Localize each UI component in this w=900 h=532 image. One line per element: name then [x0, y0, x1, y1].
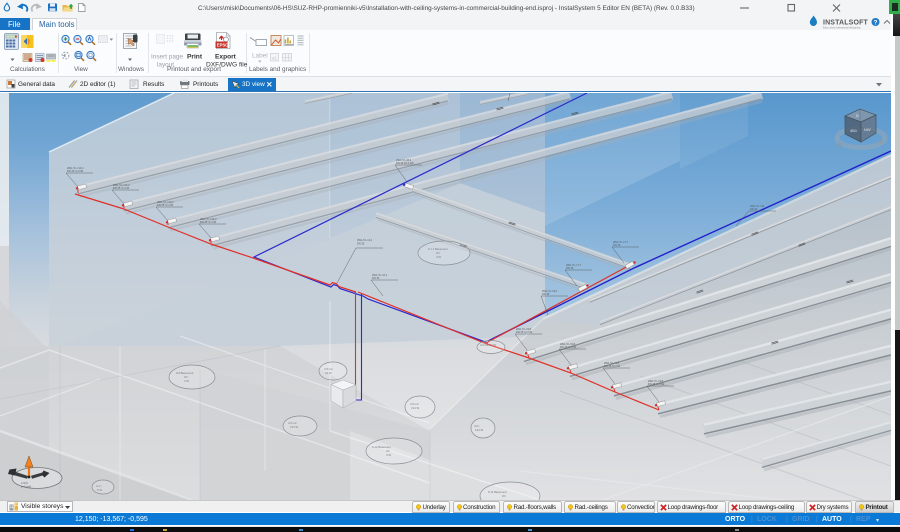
- svg-text:35x1,5 L=4,2: 35x1,5 L=4,2: [357, 238, 373, 242]
- svg-text:t/4 W: t/4 W: [325, 371, 332, 375]
- svg-text:t/14 W: t/14 W: [411, 406, 419, 410]
- svg-text:DN 32 16,4 kW: DN 32 16,4 kW: [396, 161, 414, 165]
- svg-text:NW: NW: [864, 127, 871, 132]
- svg-text:t/14 W: t/14 W: [290, 425, 298, 429]
- svg-text:DN 25 4,1 kW: DN 25 4,1 kW: [157, 203, 174, 207]
- svg-text:a1: a1: [272, 56, 278, 61]
- svg-text:Print: Print: [187, 54, 203, 61]
- svg-text:INSTALSOFT: INSTALSOFT: [823, 19, 868, 26]
- svg-text:DN 32: DN 32: [372, 276, 380, 280]
- svg-text:4B1: 4B1: [850, 128, 858, 133]
- svg-text:DN 32: DN 32: [542, 292, 550, 296]
- svg-text:4 W: 4 W: [184, 379, 189, 383]
- svg-text:DN 25: DN 25: [566, 266, 574, 270]
- svg-text:DN 25 4,1 kW: DN 25 4,1 kW: [604, 364, 621, 368]
- svg-text:N: N: [856, 114, 859, 118]
- svg-text:4 W: 4 W: [386, 453, 391, 457]
- svg-text:134 W: 134 W: [475, 428, 483, 432]
- svg-text:DN 32: DN 32: [750, 207, 758, 211]
- svg-text:4 W: 4 W: [436, 255, 441, 259]
- svg-text:Easy and professional designin: Easy and professional designing: [823, 25, 861, 29]
- svg-text:DN 25 4,1 kW: DN 25 4,1 kW: [113, 186, 130, 190]
- svg-text:9 W: 9 W: [97, 488, 102, 492]
- svg-text:EPSC: EPSC: [217, 43, 228, 48]
- svg-text:DN 25 4,1 kW: DN 25 4,1 kW: [648, 382, 665, 386]
- svg-text:DN 25 4,1 kW: DN 25 4,1 kW: [560, 345, 577, 349]
- svg-text:DN 25 4,1 kW: DN 25 4,1 kW: [200, 220, 217, 224]
- svg-text:DN 25 4,1 kW: DN 25 4,1 kW: [67, 169, 84, 173]
- svg-text:?: ?: [874, 20, 878, 27]
- svg-text:4.6 m2 t/4 W: 4.6 m2 t/4 W: [480, 343, 496, 347]
- svg-text:DN 25: DN 25: [613, 243, 621, 247]
- svg-text:Label: Label: [252, 53, 268, 60]
- svg-text:Export: Export: [215, 54, 237, 61]
- svg-text:Insert page: Insert page: [151, 54, 183, 61]
- svg-text:DN 32: DN 32: [357, 241, 365, 245]
- svg-text:DN 25 4,1 kW: DN 25 4,1 kW: [516, 330, 533, 334]
- svg-text:y=0 z=0: y=0 z=0: [21, 484, 31, 488]
